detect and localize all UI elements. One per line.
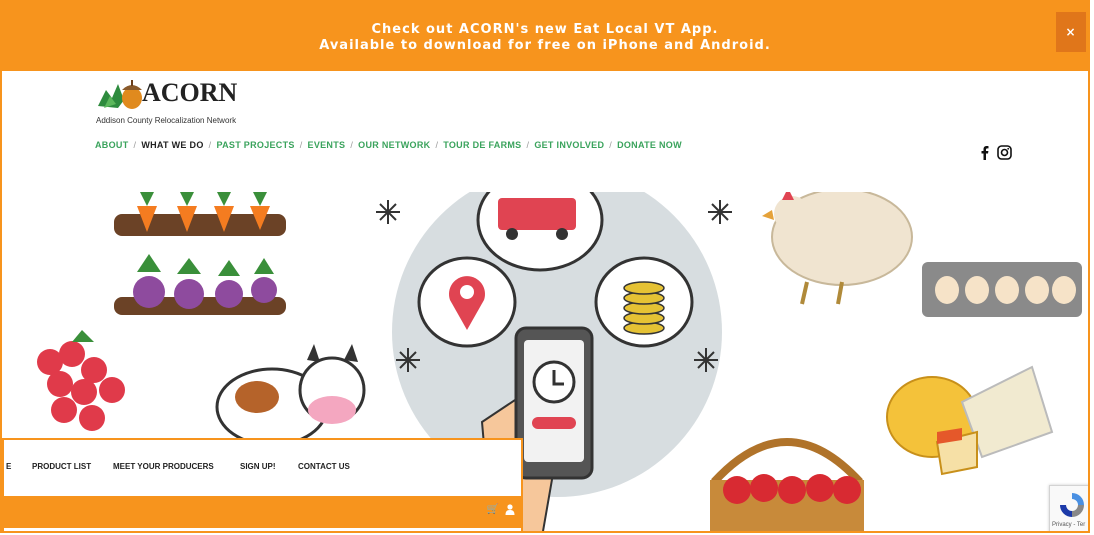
user-icon[interactable] [505,504,515,515]
nav-separator: / [299,140,303,150]
cheese-illustration [886,365,1054,476]
carrots-illustration [114,192,286,236]
banner-line-1: Check out ACORN's new Eat Local VT App. [371,22,719,37]
main-nav: ABOUT / WHAT WE DO / PAST PROJECTS / EVENTS / OU… [95,140,682,150]
logo-subtitle: Addison County Relocalization Network [96,116,237,125]
nav-separator: / [350,140,354,150]
acorn-leaf-icon [98,80,142,109]
banner-line-2: Available to download for free on iPhone… [319,38,771,53]
nav-item-about[interactable]: ABOUT [95,140,129,150]
nav-item-donate-now[interactable]: DONATE NOW [617,140,682,150]
lower-nav-item-home[interactable]: E [6,462,11,471]
lower-site-header: E PRODUCT LIST MEET YOUR PRODUCERS SIGN … [2,438,523,531]
cart-icon[interactable]: 🛒 [487,504,499,515]
nav-separator: / [133,140,137,150]
lower-nav-item-meet-your-producers[interactable]: MEET YOUR PRODUCERS [113,462,214,471]
app-promo-banner: Check out ACORN's new Eat Local VT App. … [2,2,1088,71]
instagram-icon[interactable] [997,145,1012,160]
tomato-basket-illustration [710,438,864,531]
logo-title: ACORN [142,78,238,107]
coins-bubble [594,256,694,348]
nav-item-past-projects[interactable]: PAST PROJECTS [216,140,294,150]
lower-nav-item-product-list[interactable]: PRODUCT LIST [32,462,91,471]
lower-orange-bar: 🛒 [4,496,521,528]
nav-separator: / [609,140,613,150]
location-pin-bubble [417,256,517,348]
facebook-icon[interactable] [980,145,989,160]
lower-nav-item-sign-up[interactable]: SIGN UP! [240,462,276,471]
beets-illustration [114,254,286,315]
nav-separator: / [435,140,439,150]
nav-item-events[interactable]: EVENTS [308,140,346,150]
recaptcha-badge[interactable]: Privacy - Ter [1049,485,1088,531]
nav-separator: / [208,140,212,150]
nav-item-get-involved[interactable]: GET INVOLVED [534,140,604,150]
nav-item-what-we-do[interactable]: WHAT WE DO [141,140,203,150]
lower-nav-item-contact-us[interactable]: CONTACT US [298,462,350,471]
recaptcha-icon [1060,493,1084,517]
berries-illustration [37,330,125,431]
banner-close-button[interactable]: × [1056,12,1086,52]
page-frame: Check out ACORN's new Eat Local VT App. … [0,0,1090,533]
egg-carton-illustration [922,262,1082,317]
recaptcha-privacy-link[interactable]: Privacy - Ter [1052,522,1085,528]
nav-separator: / [526,140,530,150]
cow-illustration [215,344,366,447]
hen-illustration [762,192,913,305]
social-links [980,145,1012,160]
nav-item-our-network[interactable]: OUR NETWORK [358,140,430,150]
nav-item-tour-de-farms[interactable]: TOUR DE FARMS [443,140,521,150]
